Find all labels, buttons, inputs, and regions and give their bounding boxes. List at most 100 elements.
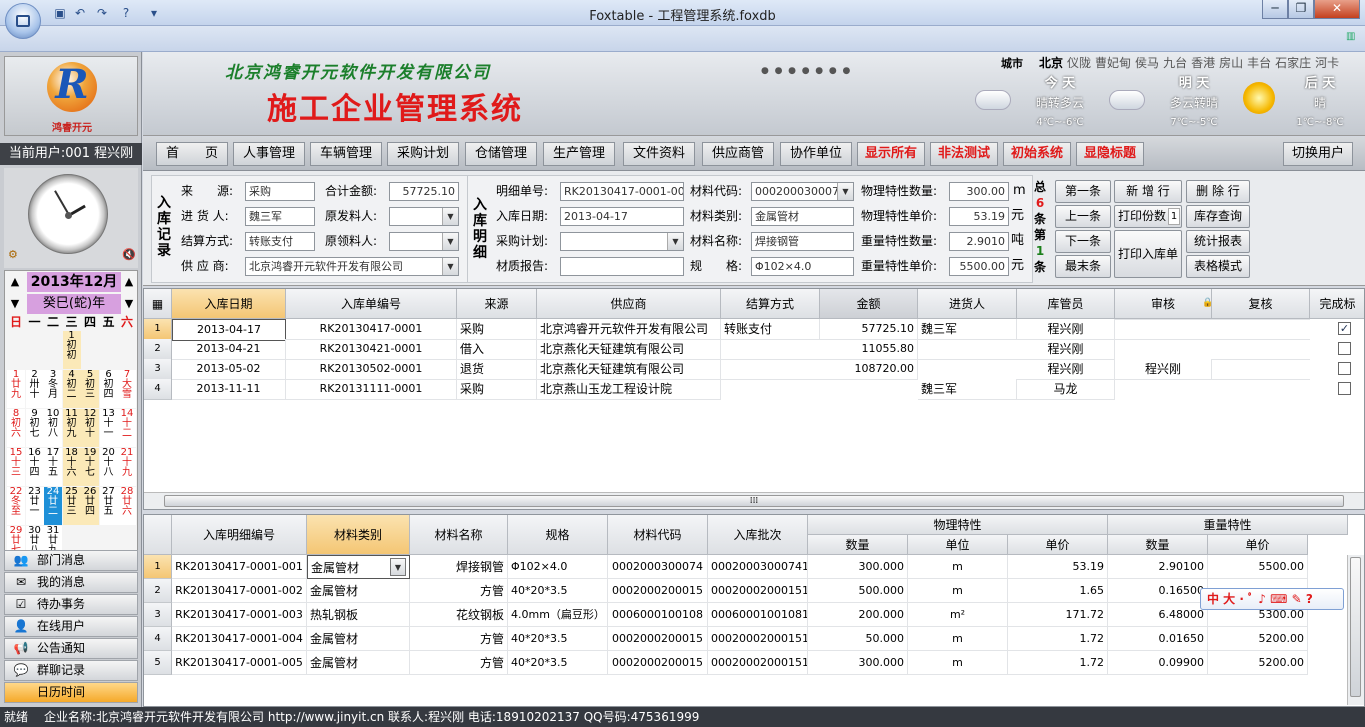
- name-field[interactable]: 焊接钢管: [751, 232, 854, 251]
- column-header[interactable]: 库管员: [1017, 289, 1115, 319]
- calendar-day[interactable]: 1 廿 九: [7, 370, 25, 408]
- row-header[interactable]: 5: [144, 651, 172, 675]
- calendar-day[interactable]: 13 十 一: [99, 409, 118, 447]
- dropdown-arrow-icon[interactable]: ▼: [667, 233, 683, 250]
- table-cell-no[interactable]: RK20130417-0001-003: [172, 603, 307, 627]
- minimize-button[interactable]: ─: [1262, 0, 1288, 19]
- menu-button-3[interactable]: 采购计划: [387, 142, 459, 166]
- column-header[interactable]: 入库批次: [708, 515, 808, 555]
- table-cell-date[interactable]: 2013-04-17: [172, 319, 286, 341]
- table-cell-wq[interactable]: 0.09900: [1108, 651, 1208, 675]
- calendar-day[interactable]: 25 廿 三: [62, 487, 81, 525]
- prev-record-button[interactable]: 上一条: [1055, 205, 1111, 228]
- calendar-day[interactable]: 23 廿 一: [25, 487, 44, 525]
- column-header[interactable]: 金额: [820, 289, 918, 319]
- row-header[interactable]: 1: [144, 319, 172, 340]
- spec-field[interactable]: Φ102×4.0: [751, 257, 854, 276]
- menu-button-10[interactable]: 非法测试: [930, 142, 998, 166]
- dropdown-arrow-icon[interactable]: ▼: [442, 208, 458, 225]
- column-header[interactable]: 完成标: [1310, 289, 1364, 319]
- vertical-scrollbar[interactable]: [1347, 555, 1364, 705]
- menu-button-9[interactable]: 显示所有: [857, 142, 925, 166]
- table-cell-settle[interactable]: [721, 359, 820, 360]
- table-cell-batch[interactable]: 000200020001513: [708, 579, 808, 603]
- city-0[interactable]: 北京: [1039, 56, 1063, 70]
- cell-dropdown-arrow-icon[interactable]: ▼: [390, 558, 406, 576]
- table-cell-no[interactable]: RK20130417-0001-002: [172, 579, 307, 603]
- table-cell-code[interactable]: 0002000200015: [608, 627, 708, 651]
- calendar-day[interactable]: 6 初 四: [99, 370, 118, 408]
- table-cell-src[interactable]: 借入: [457, 339, 537, 360]
- calendar-day[interactable]: 11 初 九: [62, 409, 81, 447]
- table-cell-spec[interactable]: 40*20*3.5: [508, 627, 608, 651]
- nav-item-1[interactable]: ✉ 我的消息: [4, 572, 138, 593]
- table-cell-wp[interactable]: 5200.00: [1208, 651, 1308, 675]
- table-cell-name[interactable]: 方管: [410, 579, 508, 603]
- receiver-field[interactable]: 魏三军: [245, 207, 315, 226]
- column-header[interactable]: 进货人: [918, 289, 1017, 319]
- table-cell-batch[interactable]: 000200020001513: [708, 651, 808, 675]
- table-cell-code[interactable]: 0006000100108: [608, 603, 708, 627]
- table-cell-batch[interactable]: 000200030007413: [708, 555, 808, 579]
- table-cell-keeper[interactable]: 马龙: [1017, 379, 1115, 400]
- completion-checkbox[interactable]: [1338, 342, 1351, 355]
- table-cell-review[interactable]: [1212, 319, 1310, 320]
- column-header[interactable]: 单价: [1208, 535, 1308, 555]
- print-copies-control[interactable]: 打印份数 1: [1114, 205, 1182, 228]
- completion-checkbox[interactable]: [1338, 382, 1351, 395]
- table-cell-no[interactable]: RK20130417-0001-005: [172, 651, 307, 675]
- settle-field[interactable]: 转账支付: [245, 232, 315, 251]
- supplier-select[interactable]: 北京鸿睿开元软件开发有限公司 ▼: [245, 257, 459, 276]
- grid-corner[interactable]: [144, 515, 172, 555]
- phys-qty-field[interactable]: 300.00: [949, 182, 1009, 201]
- next-record-button[interactable]: 下一条: [1055, 230, 1111, 253]
- column-header[interactable]: 复核: [1212, 289, 1310, 319]
- table-cell-review[interactable]: [1212, 379, 1310, 380]
- close-button[interactable]: ✕: [1314, 0, 1360, 19]
- maximize-button[interactable]: ❐: [1288, 0, 1314, 19]
- calendar-day[interactable]: 18 十 六: [62, 448, 81, 486]
- column-header[interactable]: 入库单编号: [286, 289, 457, 319]
- table-cell-src[interactable]: 采购: [457, 379, 537, 400]
- calendar-day[interactable]: 21 十 九: [118, 448, 136, 486]
- table-cell-audit[interactable]: 程兴刚: [1115, 359, 1212, 380]
- table-cell-cat[interactable]: 热轧钢板: [307, 603, 410, 627]
- calendar-day[interactable]: 14 十 二: [118, 409, 136, 447]
- table-cell-name[interactable]: 焊接钢管: [410, 555, 508, 579]
- column-header[interactable]: 规格: [508, 515, 608, 555]
- table-cell-keeper[interactable]: 程兴刚: [1017, 319, 1115, 340]
- nav-item-0[interactable]: 👥 部门消息: [4, 550, 138, 571]
- last-record-button[interactable]: 最末条: [1055, 255, 1111, 278]
- nav-item-5[interactable]: 💬 群聊记录: [4, 660, 138, 681]
- nav-item-4[interactable]: 📢 公告通知: [4, 638, 138, 659]
- table-cell-pp[interactable]: 1.65: [1008, 579, 1108, 603]
- ime-toolbar[interactable]: 中 大 · ﾟ ♪ ⌨ ✎ ?: [1200, 588, 1344, 610]
- calendar-month[interactable]: 2013年12月: [27, 272, 121, 292]
- table-cell-spec[interactable]: 4.0mm（扁豆形）: [508, 603, 608, 627]
- scroll-thumb[interactable]: ⁞⁞⁞: [164, 495, 1344, 507]
- table-cell-spec[interactable]: 40*20*3.5: [508, 651, 608, 675]
- column-header[interactable]: 数量: [1108, 535, 1208, 555]
- column-header[interactable]: 入库日期: [172, 289, 286, 319]
- table-cell-amt[interactable]: 108720.00: [820, 359, 918, 380]
- table-cell-wq[interactable]: 6.48000: [1108, 603, 1208, 627]
- mute-icon[interactable]: 🔇: [122, 248, 136, 261]
- table-cell-no[interactable]: RK20130417-0001: [286, 319, 457, 340]
- table-cell-name[interactable]: 方管: [410, 627, 508, 651]
- table-cell-src[interactable]: 退货: [457, 359, 537, 380]
- table-cell-no[interactable]: RK20131111-0001: [286, 379, 457, 400]
- stats-report-button[interactable]: 统计报表: [1186, 230, 1250, 253]
- column-header[interactable]: 材料代码: [608, 515, 708, 555]
- column-header[interactable]: 供应商: [537, 289, 721, 319]
- phys-price-field[interactable]: 53.19: [949, 207, 1009, 226]
- city-9[interactable]: 河卡: [1315, 56, 1339, 70]
- menu-button-6[interactable]: 文件资料: [623, 142, 695, 166]
- wt-qty-field[interactable]: 2.9010: [949, 232, 1009, 251]
- table-cell-pu[interactable]: m²: [908, 603, 1008, 627]
- table-cell-wq[interactable]: 0.01650: [1108, 627, 1208, 651]
- table-cell-pq[interactable]: 200.000: [808, 603, 908, 627]
- collector-select[interactable]: ▼: [389, 232, 459, 251]
- table-cell-pp[interactable]: 1.72: [1008, 651, 1108, 675]
- menu-button-5[interactable]: 生产管理: [543, 142, 615, 166]
- calendar-day[interactable]: 2 卅 十: [25, 370, 44, 408]
